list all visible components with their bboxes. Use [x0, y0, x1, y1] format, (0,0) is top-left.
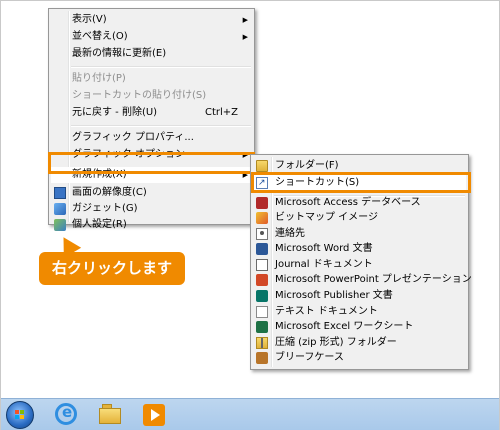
menu-separator — [71, 125, 251, 127]
menu-item-label: グラフィック プロパティ... — [72, 132, 194, 143]
submenu-item-journal[interactable]: Journal ドキュメント — [253, 257, 466, 273]
bitmap-icon — [256, 212, 268, 224]
menu-item-label: 並べ替え(O) — [72, 31, 128, 42]
menu-item-paste[interactable]: 貼り付け(P) — [51, 71, 252, 87]
media-player-icon[interactable] — [141, 402, 167, 428]
menu-item-label: 個人設定(R) — [72, 219, 127, 230]
submenu-item-contact[interactable]: 連絡先 — [253, 226, 466, 242]
menu-item-label: 元に戻す - 削除(U) — [72, 107, 158, 118]
menu-item-label: ブリーフケース — [275, 352, 344, 363]
text-document-icon — [256, 306, 268, 318]
menu-item-label: Journal ドキュメント — [275, 259, 373, 270]
desktop-context-menu: 表示(V) ▶ 並べ替え(O) ▶ 最新の情報に更新(E) 貼り付け(P) ショ… — [48, 8, 255, 231]
instruction-callout: 右クリックします — [39, 252, 185, 285]
menu-item-graphics-properties[interactable]: グラフィック プロパティ... — [51, 130, 252, 146]
submenu-arrow-icon: ▶ — [242, 151, 248, 159]
menu-item-new[interactable]: 新規作成(X) ▶ — [51, 167, 252, 183]
file-explorer-icon[interactable] — [97, 402, 123, 428]
new-submenu: フォルダー(F) ショートカット(S) Microsoft Access データ… — [250, 154, 472, 370]
menu-item-undo-delete[interactable]: 元に戻す - 削除(U) Ctrl+Z — [51, 105, 252, 121]
menu-item-label: 画面の解像度(C) — [72, 187, 147, 198]
start-icon[interactable] — [6, 401, 34, 429]
menu-item-label: Microsoft Word 文書 — [275, 243, 373, 254]
submenu-item-word[interactable]: Microsoft Word 文書 — [253, 241, 466, 257]
menu-item-label: 表示(V) — [72, 14, 107, 25]
submenu-item-access[interactable]: Microsoft Access データベース — [253, 195, 466, 211]
shortcut-text: Ctrl+Z — [204, 107, 238, 118]
menu-item-label: ショートカットの貼り付け(S) — [72, 90, 207, 101]
menu-item-label: ショートカット(S) — [275, 177, 360, 188]
briefcase-icon — [256, 352, 268, 364]
word-icon — [256, 243, 268, 255]
submenu-item-excel[interactable]: Microsoft Excel ワークシート — [253, 319, 466, 335]
menu-item-refresh[interactable]: 最新の情報に更新(E) — [51, 46, 252, 62]
menu-item-label: Microsoft Access データベース — [275, 197, 421, 208]
menu-item-label: フォルダー(F) — [275, 160, 339, 171]
windows-flag-icon — [15, 410, 25, 420]
gadget-icon — [54, 203, 66, 215]
menu-item-gadgets[interactable]: ガジェット(G) — [51, 201, 252, 217]
menu-item-label: 連絡先 — [275, 228, 305, 239]
menu-item-paste-shortcut[interactable]: ショートカットの貼り付け(S) — [51, 88, 252, 104]
submenu-item-bitmap[interactable]: ビットマップ イメージ — [253, 210, 466, 226]
zip-folder-icon — [256, 337, 268, 349]
menu-item-screen-resolution[interactable]: 画面の解像度(C) — [51, 185, 252, 201]
menu-item-graphics-options[interactable]: グラフィック オプション ▶ — [51, 147, 252, 163]
publisher-icon — [256, 290, 268, 302]
menu-item-label: Microsoft PowerPoint プレゼンテーション — [275, 274, 472, 285]
menu-item-personalize[interactable]: 個人設定(R) — [51, 217, 252, 233]
menu-item-view[interactable]: 表示(V) ▶ — [51, 12, 252, 28]
folder-icon — [256, 160, 268, 172]
taskbar — [1, 398, 499, 430]
submenu-arrow-icon: ▶ — [242, 33, 248, 41]
screen-resolution-icon — [54, 187, 66, 199]
menu-item-label: Microsoft Excel ワークシート — [275, 321, 414, 332]
excel-icon — [256, 321, 268, 333]
submenu-item-zip[interactable]: 圧縮 (zip 形式) フォルダー — [253, 335, 466, 351]
submenu-item-briefcase[interactable]: ブリーフケース — [253, 350, 466, 366]
internet-explorer-icon[interactable] — [53, 402, 79, 428]
menu-item-label: ビットマップ イメージ — [275, 212, 378, 223]
menu-item-label: Microsoft Publisher 文書 — [275, 290, 393, 301]
menu-separator — [71, 66, 251, 68]
personalize-icon — [54, 219, 66, 231]
powerpoint-icon — [256, 274, 268, 286]
menu-item-label: 貼り付け(P) — [72, 73, 126, 84]
menu-item-label: 圧縮 (zip 形式) フォルダー — [275, 337, 397, 348]
menu-item-label: グラフィック オプション — [72, 149, 185, 160]
menu-item-label: テキスト ドキュメント — [275, 306, 378, 317]
shortcut-icon — [256, 175, 268, 191]
menu-item-sort[interactable]: 並べ替え(O) ▶ — [51, 29, 252, 45]
submenu-item-shortcut[interactable]: ショートカット(S) — [253, 175, 466, 191]
submenu-item-text[interactable]: テキスト ドキュメント — [253, 304, 466, 320]
menu-item-label: 新規作成(X) — [72, 169, 127, 180]
submenu-item-publisher[interactable]: Microsoft Publisher 文書 — [253, 288, 466, 304]
submenu-arrow-icon: ▶ — [242, 171, 248, 179]
submenu-item-powerpoint[interactable]: Microsoft PowerPoint プレゼンテーション — [253, 272, 472, 288]
menu-item-label: ガジェット(G) — [72, 203, 138, 214]
access-icon — [256, 197, 268, 209]
submenu-item-folder[interactable]: フォルダー(F) — [253, 158, 466, 174]
submenu-arrow-icon: ▶ — [242, 16, 248, 24]
contact-icon — [256, 228, 268, 240]
menu-item-label: 最新の情報に更新(E) — [72, 48, 167, 59]
journal-icon — [256, 259, 268, 271]
